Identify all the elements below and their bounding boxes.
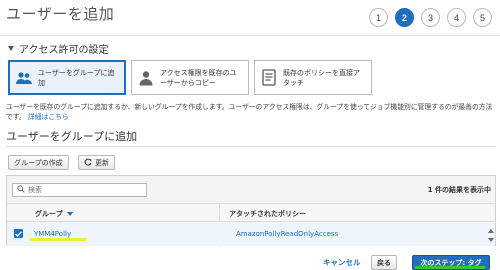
group-name-link[interactable]: YMM4Polly xyxy=(34,230,71,238)
underline-mark xyxy=(415,266,485,269)
create-group-label: グループの作成 xyxy=(14,158,63,167)
section-divider xyxy=(6,146,496,147)
permissions-section-toggle[interactable]: アクセス許可の設定 xyxy=(8,41,109,56)
description-text: ユーザーを既存のグループに追加するか、新しいグループを作成します。ユーザーのアク… xyxy=(6,103,493,121)
scroll-down-icon[interactable] xyxy=(488,238,494,242)
column-group-header[interactable]: グループ xyxy=(35,209,73,219)
search-input[interactable] xyxy=(28,186,138,194)
permissions-description: ユーザーを既存のグループに追加するか、新しいグループを作成します。ユーザーのアク… xyxy=(6,102,496,122)
step-5[interactable]: 5 xyxy=(473,8,492,27)
header-divider xyxy=(0,35,500,36)
step-2-current: 2 xyxy=(395,8,414,27)
user-icon xyxy=(137,69,155,87)
search-box[interactable] xyxy=(12,183,147,197)
row-checkbox[interactable] xyxy=(14,229,23,238)
option-label: ユーザーをグループに追加 xyxy=(38,68,115,87)
step-4[interactable]: 4 xyxy=(447,8,466,27)
refresh-icon xyxy=(84,158,92,168)
details-link[interactable]: 詳細はこちら xyxy=(28,113,69,121)
create-group-button[interactable]: グループの作成 xyxy=(8,155,69,170)
caret-down-icon xyxy=(8,46,14,51)
table-toolbar: 1 件の結果を表示中 xyxy=(7,176,495,204)
document-icon xyxy=(260,69,278,87)
users-group-icon xyxy=(15,69,33,87)
back-label: 戻る xyxy=(377,258,391,267)
cancel-link[interactable]: キャンセル xyxy=(323,257,361,268)
search-icon xyxy=(17,185,25,195)
sort-desc-icon xyxy=(66,210,73,218)
permissions-section-title: アクセス許可の設定 xyxy=(19,45,109,56)
group-section-title: ユーザーをグループに追加 xyxy=(6,130,138,143)
group-table: 1 件の結果を表示中 グループ アタッチされたポリシー YMM4Polly Am… xyxy=(6,175,496,247)
page-title: ユーザーを追加 xyxy=(6,5,115,23)
option-copy-permissions[interactable]: アクセス権限を既存のユーザーからコピー xyxy=(131,60,249,95)
refresh-button[interactable]: 更新 xyxy=(78,155,115,170)
policy-link[interactable]: AmazonPollyReadOnlyAccess xyxy=(236,230,338,238)
option-add-to-group[interactable]: ユーザーをグループに追加 xyxy=(8,60,126,95)
column-group-label: グループ xyxy=(35,210,63,218)
scroll-up-icon[interactable] xyxy=(488,229,494,233)
table-header: グループ アタッチされたポリシー xyxy=(7,204,495,222)
refresh-label: 更新 xyxy=(95,158,109,167)
back-button[interactable]: 戻る xyxy=(371,255,397,270)
step-1[interactable]: 1 xyxy=(369,8,388,27)
option-attach-policy[interactable]: 既存のポリシーを直接アタッチ xyxy=(254,60,372,95)
highlight-mark xyxy=(29,238,87,241)
step-indicator: 1 2 3 4 5 xyxy=(369,8,492,27)
result-count: 1 件の結果を表示中 xyxy=(427,186,491,194)
option-label: アクセス権限を既存のユーザーからコピー xyxy=(160,68,237,87)
step-3[interactable]: 3 xyxy=(421,8,440,27)
column-policy-header: アタッチされたポリシー xyxy=(229,210,306,218)
option-label: 既存のポリシーを直接アタッチ xyxy=(283,68,360,87)
table-row[interactable]: YMM4Polly AmazonPollyReadOnlyAccess xyxy=(7,222,495,246)
